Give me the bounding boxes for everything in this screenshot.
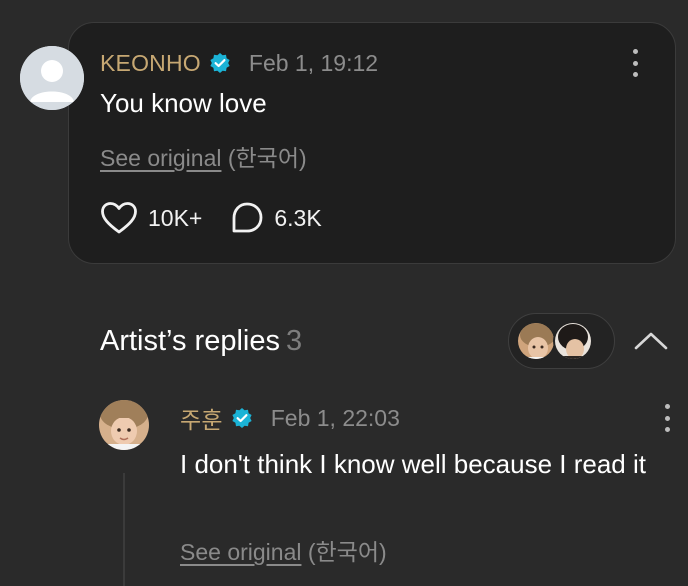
see-original-link[interactable]: See original	[100, 145, 221, 171]
reply-author-name[interactable]: 주훈	[180, 401, 223, 435]
reply-text: I don't think I know well because I read…	[180, 449, 646, 479]
comment-count: 6.3K	[274, 204, 322, 231]
comment-button[interactable]: 6.3K	[230, 201, 322, 235]
post-header: KEONHO Feb 1, 19:12	[100, 50, 378, 76]
avatar[interactable]	[99, 400, 149, 450]
collapse-replies-button[interactable]	[633, 327, 669, 355]
see-original-row: See original (한국어)	[100, 139, 307, 173]
post-actions: 10K+ 6.3K	[100, 201, 350, 235]
see-original-link[interactable]: See original	[180, 539, 301, 565]
avatar	[553, 321, 593, 361]
avatar[interactable]	[20, 46, 84, 110]
like-count: 10K+	[148, 204, 203, 231]
heart-icon	[101, 202, 137, 234]
chevron-up-icon	[634, 332, 668, 350]
artist-replies-header: Artist’s replies 3	[100, 325, 302, 358]
comment-bubble-icon	[232, 202, 263, 233]
like-button[interactable]: 10K+	[100, 201, 202, 235]
artist-replies-title: Artist’s replies	[100, 325, 280, 357]
post-author-name[interactable]: KEONHO	[100, 50, 201, 77]
more-vertical-icon[interactable]	[661, 404, 673, 432]
avatar	[516, 321, 556, 361]
reply-timestamp: Feb 1, 22:03	[270, 404, 400, 431]
reply-avatars-group[interactable]	[508, 313, 615, 369]
default-avatar-icon	[20, 46, 84, 110]
original-language-label: (한국어)	[301, 539, 387, 565]
artist-replies-count: 3	[285, 325, 303, 357]
post-timestamp: Feb 1, 19:12	[248, 49, 379, 76]
reply-header: 주훈 Feb 1, 22:03	[180, 404, 400, 434]
thread-line	[123, 473, 125, 586]
see-original-row: See original (한국어)	[180, 533, 387, 567]
verified-check-icon	[209, 52, 231, 74]
post-text: You know love	[100, 88, 267, 118]
verified-check-icon	[231, 407, 253, 429]
original-language-label: (한국어)	[221, 145, 307, 171]
more-vertical-icon[interactable]	[629, 49, 641, 77]
app-screen: KEONHO Feb 1, 19:12 You know love See or…	[0, 0, 688, 586]
